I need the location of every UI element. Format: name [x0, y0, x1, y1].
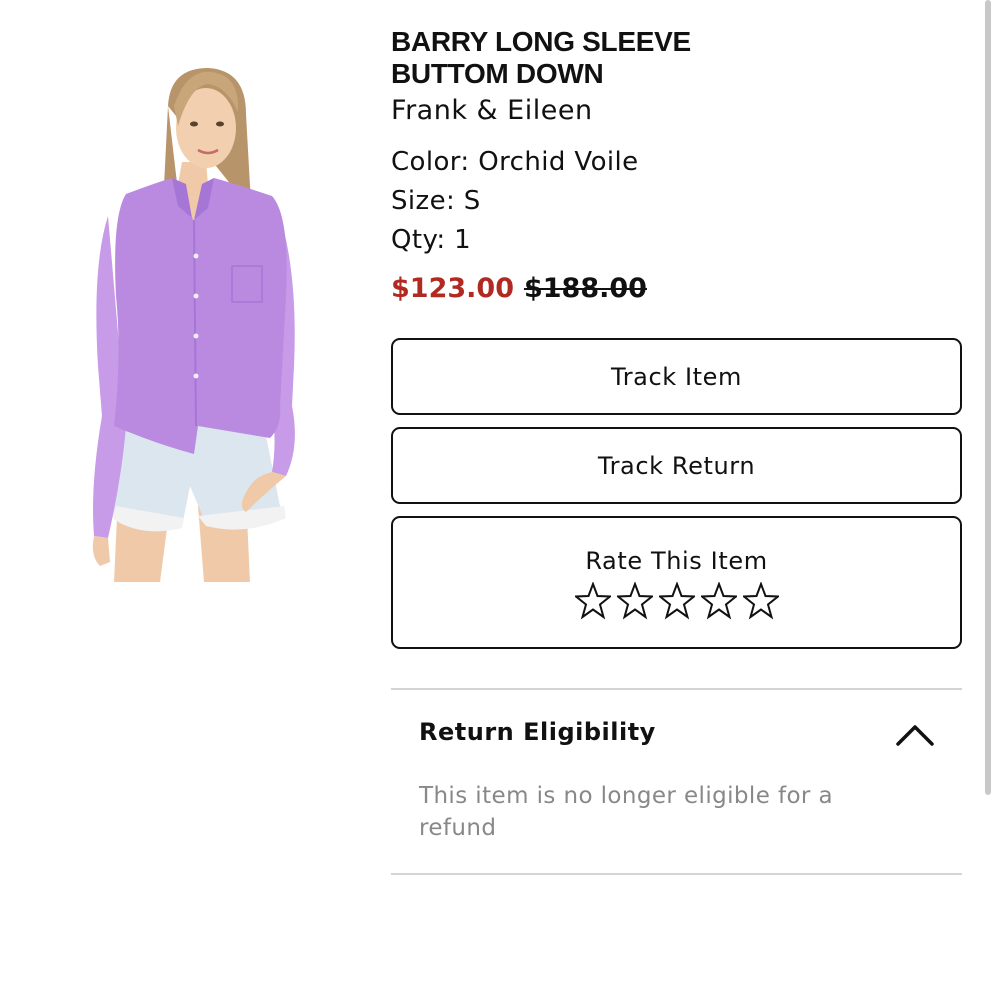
return-eligibility-title: Return Eligibility: [419, 718, 656, 746]
star-rating[interactable]: [393, 582, 960, 620]
track-item-button[interactable]: Track Item: [391, 338, 962, 415]
star-icon[interactable]: [616, 582, 653, 620]
product-size: Size: S: [391, 186, 481, 216]
star-icon[interactable]: [658, 582, 695, 620]
chevron-up-icon[interactable]: [895, 722, 935, 748]
return-eligibility-message: This item is no longer eligible for a re…: [419, 783, 833, 841]
product-image[interactable]: [86, 66, 302, 582]
product-quantity: Qty: 1: [391, 225, 472, 255]
rate-item-box: Rate This Item: [391, 516, 962, 649]
product-brand: Frank & Eileen: [391, 95, 593, 126]
star-icon[interactable]: [700, 582, 737, 620]
track-return-button[interactable]: Track Return: [391, 427, 962, 504]
original-price: $188.00: [523, 273, 647, 304]
product-title: BARRY LONG SLEEVE BUTTOM DOWN: [391, 26, 691, 89]
sale-price: $123.00: [391, 273, 514, 304]
scrollbar[interactable]: [985, 0, 991, 795]
rate-item-label: Rate This Item: [585, 547, 768, 575]
divider: [391, 873, 962, 875]
star-icon[interactable]: [742, 582, 779, 620]
star-icon[interactable]: [574, 582, 611, 620]
product-color: Color: Orchid Voile: [391, 147, 639, 177]
return-eligibility-toggle[interactable]: Return Eligibility: [391, 690, 962, 780]
price-row: $123.00 $188.00: [391, 272, 647, 306]
